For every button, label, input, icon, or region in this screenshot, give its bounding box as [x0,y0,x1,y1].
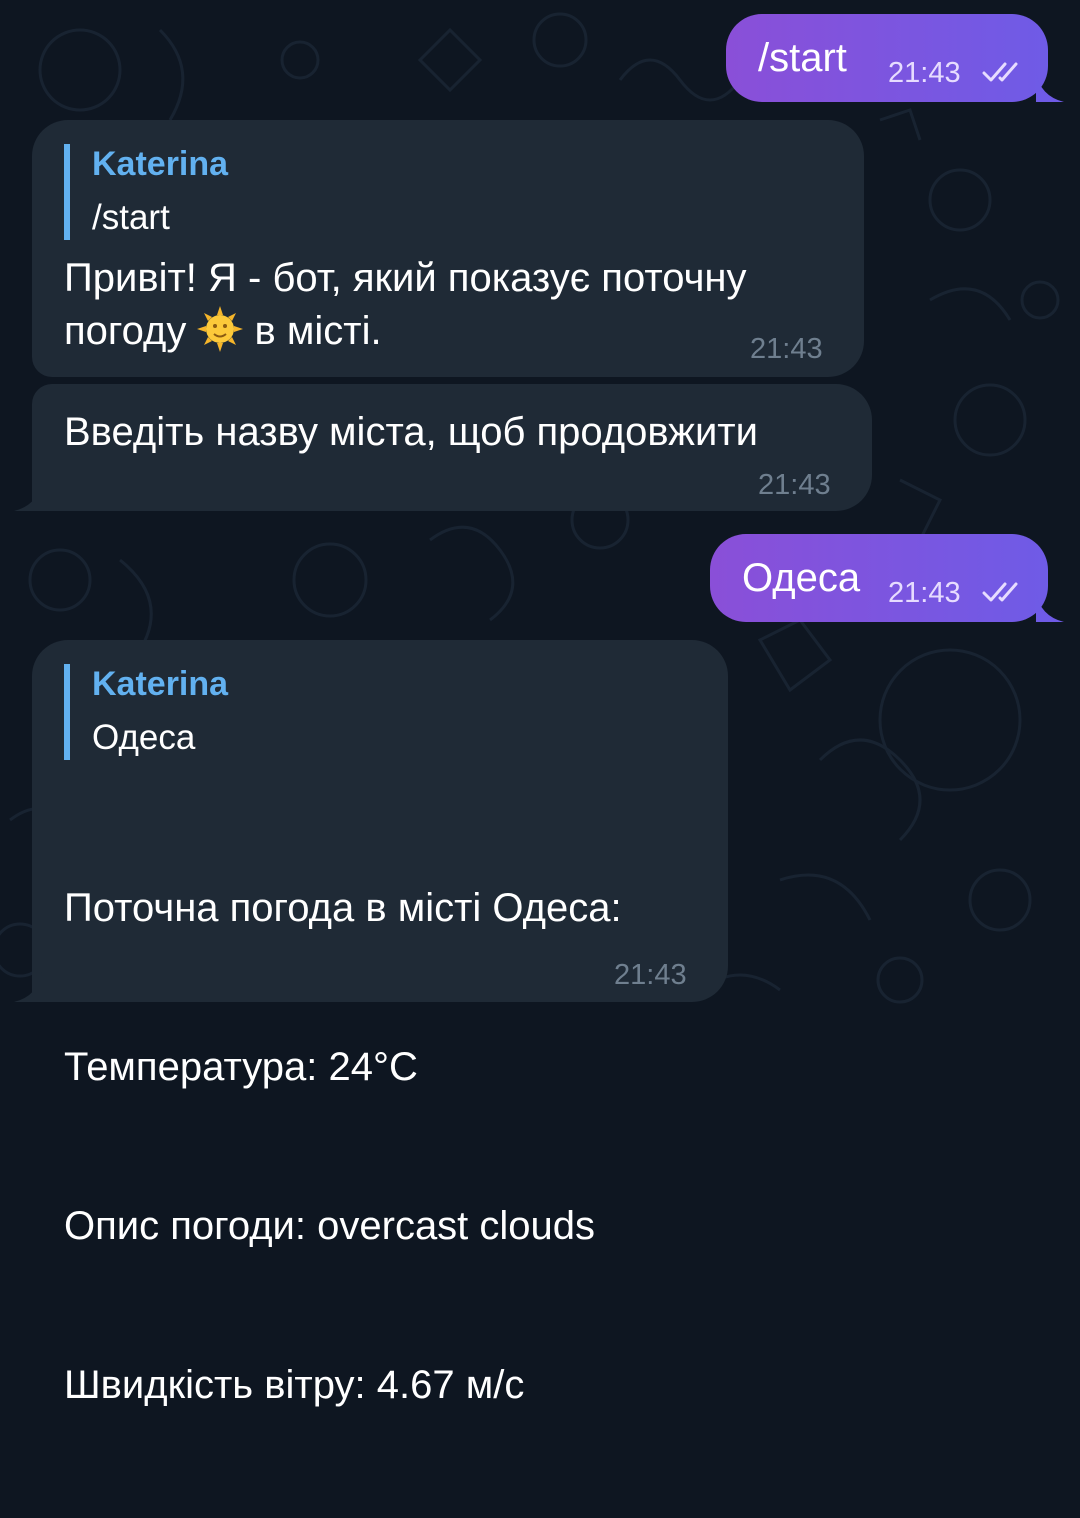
bubble-tail [14,972,42,1002]
message-text: Поточна погода в місті Одеса: Температур… [64,776,622,1518]
weather-city-line: Поточна погода в місті Одеса: [64,886,622,930]
incoming-message[interactable]: Katerina /start Привіт! Я - бот, який по… [32,120,864,377]
message-text-part: Привіт! Я - бот, який показує поточну по… [64,256,747,353]
weather-temperature-line: Температура: 24°C [64,1045,418,1089]
reply-sender-name: Katerina [92,145,229,183]
weather-wind-line: Швидкість вітру: 4.67 м/с [64,1363,525,1407]
weather-description-line: Опис погоди: overcast clouds [64,1204,596,1248]
reply-quote[interactable]: Katerina Одеса [64,664,228,760]
message-text: Одеса [742,556,861,600]
incoming-message[interactable]: Введіть назву міста, щоб продовжити 21:4… [32,384,872,511]
message-time: 21:43 [614,959,687,991]
message-text: /start [758,36,847,80]
outgoing-message[interactable]: Одеса 21:43 [710,534,1048,622]
message-text-part: в місті. [243,309,382,353]
bubble-tail [1036,72,1064,102]
message-time: 21:43 [888,577,961,609]
bubble-tail [1036,592,1064,622]
message-list[interactable]: /start 21:43 Katerina /start Привіт! Я -… [0,0,1080,1407]
reply-sender-name: Katerina [92,665,229,703]
double-check-icon [982,582,1018,602]
reply-quoted-text: Одеса [92,718,196,757]
message-time: 21:43 [750,333,823,365]
double-check-icon [982,62,1018,82]
bubble-tail [14,481,42,511]
message-text: Привіт! Я - бот, який показує поточну по… [64,252,854,358]
message-text: Введіть назву міста, щоб продовжити [64,410,758,454]
outgoing-message[interactable]: /start 21:43 [726,14,1048,102]
sun-with-face-icon [197,306,244,352]
reply-quoted-text: /start [92,198,170,237]
message-time: 21:43 [888,57,961,89]
message-time: 21:43 [758,469,831,501]
incoming-message[interactable]: Katerina Одеса Поточна погода в місті Од… [32,640,728,1407]
reply-quote[interactable]: Katerina /start [64,144,228,240]
